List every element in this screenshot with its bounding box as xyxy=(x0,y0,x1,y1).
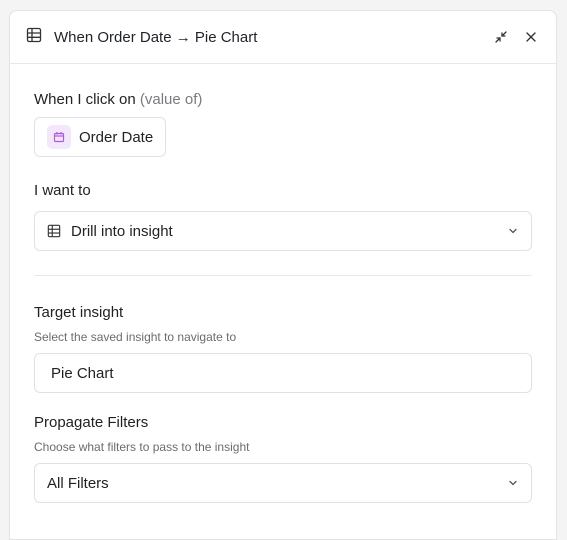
table-icon xyxy=(47,224,61,238)
chevron-down-icon xyxy=(507,225,519,237)
action-label: I want to xyxy=(34,182,91,199)
drill-config-panel: When Order Date → Pie Chart When I click… xyxy=(9,10,557,540)
action-select[interactable]: Drill into insight xyxy=(34,211,532,251)
section-divider xyxy=(34,275,532,276)
filters-help: Choose what filters to pass to the insig… xyxy=(34,440,250,454)
trigger-label-muted: (value of) xyxy=(139,91,203,108)
trigger-label: When I click on (value of) xyxy=(34,91,532,108)
action-select-value: Drill into insight xyxy=(71,222,173,240)
trigger-label-text: When I click on xyxy=(34,91,136,108)
trigger-field-chip[interactable]: Order Date xyxy=(34,117,167,157)
target-insight-input[interactable]: Pie Chart xyxy=(34,353,532,393)
filters-label: Propagate Filters xyxy=(34,414,149,431)
close-icon[interactable] xyxy=(520,26,542,48)
table-icon xyxy=(26,27,42,48)
panel-title: When Order Date → Pie Chart xyxy=(54,28,258,46)
filters-select-value: All Filters xyxy=(47,474,109,492)
panel-header: When Order Date → Pie Chart xyxy=(10,11,556,64)
trigger-field-name: Order Date xyxy=(79,128,154,146)
target-label: Target insight xyxy=(34,304,124,321)
filters-select[interactable]: All Filters xyxy=(34,463,532,503)
chevron-down-icon xyxy=(507,477,519,489)
collapse-icon[interactable] xyxy=(490,26,512,48)
target-help: Select the saved insight to navigate to xyxy=(34,330,237,344)
calendar-icon xyxy=(47,125,71,149)
